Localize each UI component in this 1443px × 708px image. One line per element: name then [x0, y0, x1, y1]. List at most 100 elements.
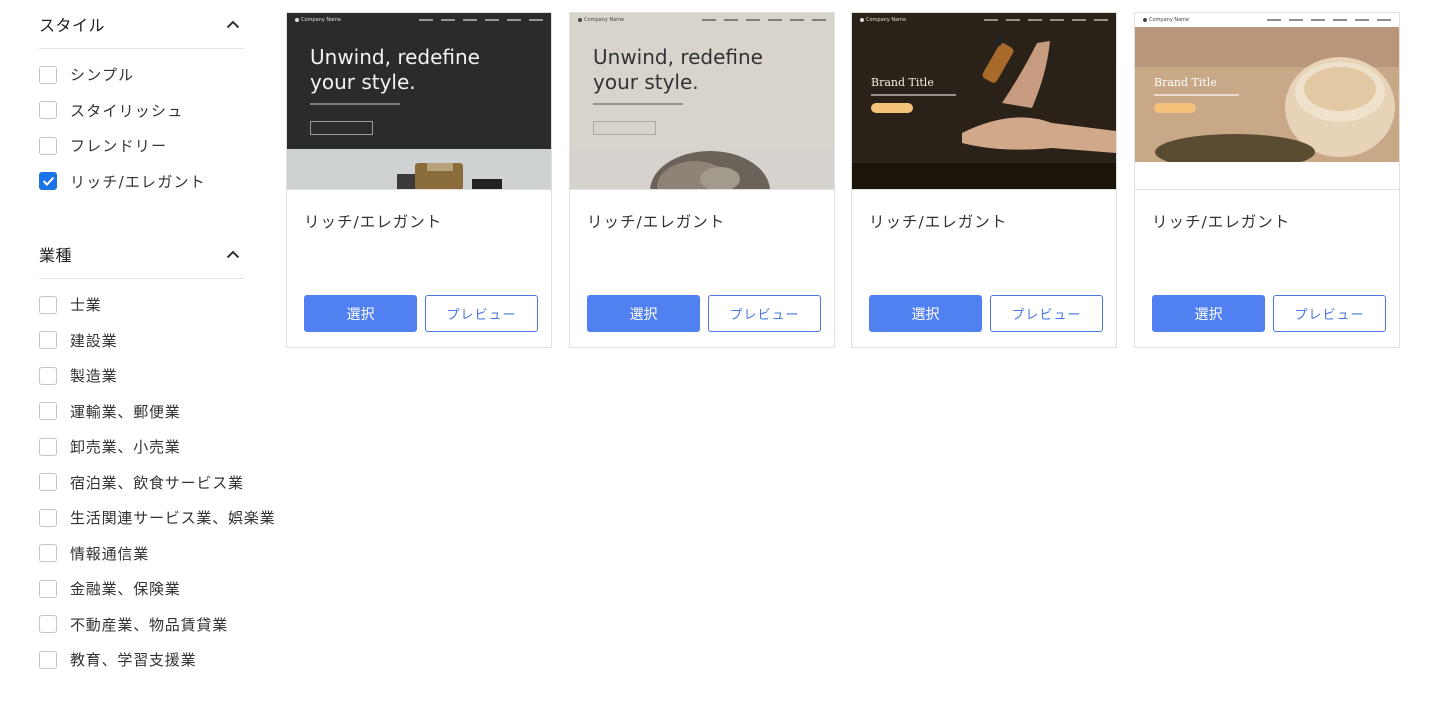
thumb-logo: Company Name — [1143, 17, 1189, 23]
thumb-brand-button — [1154, 103, 1196, 113]
template-thumbnail[interactable]: Company Name Unwind, redefine your style… — [570, 13, 834, 190]
filter-option-industry[interactable]: 運輸業、郵便業 — [39, 394, 279, 430]
filter-option-stylish[interactable]: スタイリッシュ — [39, 93, 279, 129]
filter-option-industry[interactable]: 士業 — [39, 287, 279, 323]
thumb-brand-title: Brand Title — [871, 76, 934, 89]
filter-option-label: リッチ/エレガント — [70, 172, 206, 191]
thumb-nav: Company Name — [287, 13, 551, 27]
template-thumbnail[interactable]: Company Name Brand Title — [852, 13, 1116, 190]
template-card: Company Name Brand Title リッチ/エレガント 選択 プレ… — [851, 12, 1117, 348]
thumb-hero-line: your style. — [310, 70, 416, 94]
filter-option-label: スタイリッシュ — [70, 101, 184, 120]
industry-options: 士業 建設業 製造業 運輸業、郵便業 卸売業、小売業 宿泊業、飲食サービス業 生… — [39, 279, 279, 678]
thumb-hero-button — [593, 121, 656, 135]
thumb-hero-subtext — [593, 103, 683, 105]
filter-option-label: 宿泊業、飲食サービス業 — [70, 473, 244, 492]
filter-option-industry[interactable]: 不動産業、物品賃貸業 — [39, 607, 279, 643]
filter-option-industry[interactable]: 教育、学習支援業 — [39, 642, 279, 678]
filter-sidebar: スタイル シンプル スタイリッシュ フレンドリー リッチ/エレガント 業種 士業… — [39, 0, 279, 678]
industry-section-header[interactable]: 業種 — [39, 230, 244, 279]
filter-option-label: 建設業 — [70, 331, 118, 350]
filter-option-friendly[interactable]: フレンドリー — [39, 128, 279, 164]
thumb-logo-text: Company Name — [301, 17, 342, 23]
filter-option-industry[interactable]: 建設業 — [39, 323, 279, 359]
checkmark-icon — [42, 177, 54, 187]
filter-option-simple[interactable]: シンプル — [39, 57, 279, 93]
filter-option-label: 士業 — [70, 296, 102, 315]
preview-button[interactable]: プレビュー — [425, 295, 538, 332]
industry-filter-section: 業種 士業 建設業 製造業 運輸業、郵便業 卸売業、小売業 宿泊業、飲食サービス… — [39, 230, 279, 678]
checkbox[interactable] — [39, 65, 57, 84]
filter-option-industry[interactable]: 情報通信業 — [39, 536, 279, 572]
checkbox[interactable] — [39, 473, 57, 492]
checkbox[interactable] — [39, 650, 57, 669]
thumb-photo — [570, 149, 834, 189]
checkbox[interactable] — [39, 295, 57, 314]
thumb-hero-button — [310, 121, 373, 135]
thumb-photo — [287, 149, 551, 189]
thumb-hero-heading: Unwind, redefine your style. — [593, 45, 763, 95]
checkbox[interactable] — [39, 101, 57, 120]
filter-option-industry[interactable]: 製造業 — [39, 358, 279, 394]
template-thumbnail[interactable]: Company Name Brand Title — [1135, 13, 1399, 190]
select-button[interactable]: 選択 — [587, 295, 700, 332]
industry-section-title: 業種 — [39, 246, 73, 265]
style-section-title: スタイル — [39, 16, 106, 35]
card-title: リッチ/エレガント — [1152, 213, 1291, 231]
filter-option-label: 製造業 — [70, 367, 118, 386]
thumb-logo-text: Company Name — [1149, 17, 1190, 23]
style-options: シンプル スタイリッシュ フレンドリー リッチ/エレガント — [39, 49, 279, 199]
filter-option-industry[interactable]: 生活関連サービス業、娯楽業 — [39, 500, 279, 536]
thumb-photo — [852, 13, 1116, 189]
checkbox[interactable] — [39, 136, 57, 155]
thumb-brand-subtext — [871, 94, 956, 96]
thumb-hero-heading: Unwind, redefine your style. — [310, 45, 480, 95]
chevron-up-icon[interactable] — [226, 17, 240, 31]
checkbox[interactable] — [39, 366, 57, 385]
checkbox[interactable] — [39, 508, 57, 527]
template-card: Company Name Brand Title リッチ/エレガント 選択 プレ… — [1134, 12, 1400, 348]
filter-option-label: シンプル — [70, 66, 135, 85]
filter-option-label: 金融業、保険業 — [70, 580, 181, 599]
filter-option-rich-elegant[interactable]: リッチ/エレガント — [39, 164, 279, 200]
card-title: リッチ/エレガント — [869, 213, 1008, 231]
thumb-nav: Company Name — [570, 13, 834, 27]
checkbox[interactable] — [39, 579, 57, 598]
select-button[interactable]: 選択 — [869, 295, 982, 332]
thumb-brand-button — [871, 103, 913, 113]
filter-option-label: 情報通信業 — [70, 544, 150, 563]
thumb-nav: Company Name — [852, 13, 1116, 27]
card-title: リッチ/エレガント — [304, 213, 443, 231]
template-card: Company Name Unwind, redefine your style… — [286, 12, 552, 348]
style-section-header[interactable]: スタイル — [39, 0, 244, 49]
card-title: リッチ/エレガント — [587, 213, 726, 231]
thumb-logo: Company Name — [860, 17, 906, 23]
checkbox-checked[interactable] — [39, 172, 57, 191]
checkbox[interactable] — [39, 331, 57, 350]
filter-option-label: 生活関連サービス業、娯楽業 — [70, 509, 276, 528]
filter-option-label: 卸売業、小売業 — [70, 438, 181, 457]
preview-button[interactable]: プレビュー — [990, 295, 1103, 332]
thumb-hero-line: Unwind, redefine — [310, 45, 480, 69]
checkbox[interactable] — [39, 437, 57, 456]
checkbox[interactable] — [39, 615, 57, 634]
template-thumbnail[interactable]: Company Name Unwind, redefine your style… — [287, 13, 551, 190]
filter-option-industry[interactable]: 宿泊業、飲食サービス業 — [39, 465, 279, 501]
select-button[interactable]: 選択 — [304, 295, 417, 332]
thumb-brand-subtext — [1154, 94, 1239, 96]
checkbox[interactable] — [39, 544, 57, 563]
filter-option-label: 不動産業、物品賃貸業 — [70, 615, 229, 634]
thumb-logo: Company Name — [578, 17, 624, 23]
chevron-up-icon[interactable] — [226, 247, 240, 261]
thumb-logo-text: Company Name — [584, 17, 625, 23]
thumb-hero-line: Unwind, redefine — [593, 45, 763, 69]
select-button[interactable]: 選択 — [1152, 295, 1265, 332]
preview-button[interactable]: プレビュー — [1273, 295, 1386, 332]
preview-button[interactable]: プレビュー — [708, 295, 821, 332]
template-card: Company Name Unwind, redefine your style… — [569, 12, 835, 348]
style-filter-section: スタイル シンプル スタイリッシュ フレンドリー リッチ/エレガント — [39, 0, 279, 199]
filter-option-label: フレンドリー — [70, 137, 168, 156]
filter-option-industry[interactable]: 卸売業、小売業 — [39, 429, 279, 465]
filter-option-industry[interactable]: 金融業、保険業 — [39, 571, 279, 607]
checkbox[interactable] — [39, 402, 57, 421]
